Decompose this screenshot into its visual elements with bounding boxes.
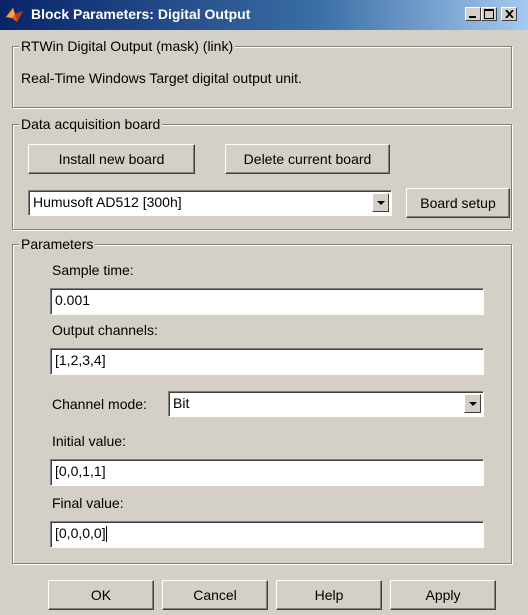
parameters-group-legend: Parameters [19, 236, 96, 252]
final-value-value: [0,0,0,0] [55, 525, 106, 541]
title-bar[interactable]: Block Parameters: Digital Output [0, 0, 528, 30]
minimize-button[interactable] [465, 7, 481, 21]
channel-mode-label: Channel mode: [52, 396, 147, 412]
output-channels-input[interactable]: [1,2,3,4] [50, 348, 484, 375]
final-value-input[interactable]: [0,0,0,0] [50, 521, 484, 548]
initial-value-value: [0,0,1,1] [55, 463, 106, 479]
board-setup-button[interactable]: Board setup [406, 188, 510, 218]
sample-time-input[interactable]: 0.001 [50, 288, 484, 315]
board-select[interactable]: Humusoft AD512 [300h] [28, 190, 392, 216]
text-caret [105, 526, 107, 543]
chevron-down-icon[interactable] [464, 394, 481, 413]
chevron-down-icon[interactable] [372, 193, 389, 212]
channel-mode-value: Bit [173, 395, 190, 411]
window-title: Block Parameters: Digital Output [31, 6, 251, 22]
ok-button[interactable]: OK [48, 580, 154, 610]
final-value-label: Final value: [52, 495, 124, 511]
sample-time-value: 0.001 [55, 292, 91, 308]
output-channels-label: Output channels: [52, 322, 158, 338]
cancel-button[interactable]: Cancel [162, 580, 268, 610]
apply-button[interactable]: Apply [390, 580, 496, 610]
delete-current-board-button[interactable]: Delete current board [225, 144, 390, 174]
close-button[interactable] [501, 7, 517, 21]
description-text: Real-Time Windows Target digital output … [21, 70, 302, 86]
sample-time-label: Sample time: [52, 262, 134, 278]
output-channels-value: [1,2,3,4] [55, 352, 106, 368]
help-button[interactable]: Help [276, 580, 382, 610]
board-select-value: Humusoft AD512 [300h] [33, 194, 182, 210]
maximize-button[interactable] [481, 7, 497, 21]
initial-value-input[interactable]: [0,0,1,1] [50, 459, 484, 486]
initial-value-label: Initial value: [52, 433, 126, 449]
description-group-legend: RTWin Digital Output (mask) (link) [19, 38, 236, 54]
close-icon [505, 10, 514, 18]
matlab-logo-icon [6, 8, 23, 22]
install-new-board-button[interactable]: Install new board [28, 144, 195, 174]
channel-mode-select[interactable]: Bit [168, 391, 484, 417]
board-group-legend: Data acquisition board [19, 116, 163, 132]
description-group: RTWin Digital Output (mask) (link) Real-… [12, 38, 512, 108]
